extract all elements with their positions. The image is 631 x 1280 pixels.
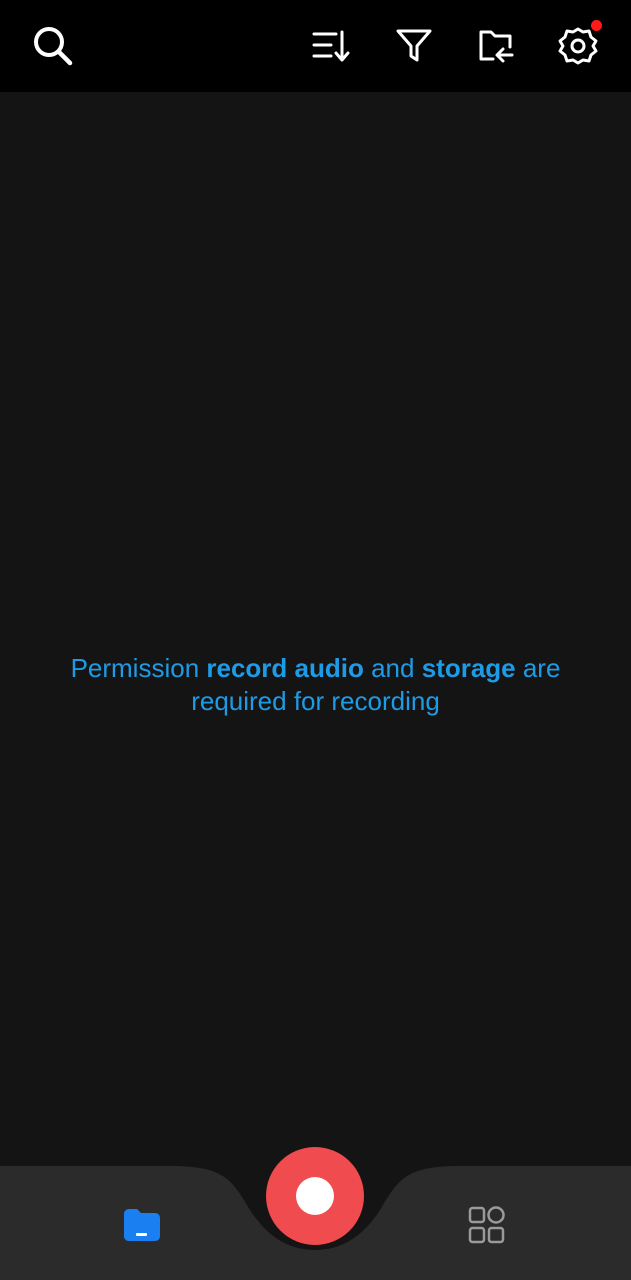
- sort-button[interactable]: [305, 20, 357, 72]
- notification-dot: [591, 20, 602, 31]
- sort-icon: [312, 30, 350, 62]
- message-bold-storage: storage: [421, 653, 516, 683]
- message-bold-record-audio: record audio: [206, 653, 364, 683]
- message-text: Permission: [70, 653, 207, 683]
- search-button[interactable]: [27, 20, 79, 72]
- filter-icon: [396, 29, 432, 62]
- recorder-app: Permission record audio and storage are …: [0, 0, 631, 1280]
- import-folder-icon: [479, 30, 514, 63]
- record-icon: [296, 1177, 334, 1215]
- apps-tab[interactable]: [452, 1190, 522, 1260]
- settings-icon: [558, 27, 598, 65]
- import-folder-button[interactable]: [470, 20, 522, 72]
- top-toolbar: [0, 0, 631, 92]
- record-button[interactable]: [266, 1147, 364, 1245]
- folder-icon: [124, 1209, 160, 1241]
- permission-message: Permission record audio and storage are …: [30, 652, 601, 718]
- search-icon: [34, 27, 73, 66]
- recordings-tab[interactable]: [107, 1190, 177, 1260]
- message-text: and: [363, 653, 422, 683]
- settings-button[interactable]: [552, 20, 604, 72]
- apps-grid-icon: [468, 1206, 505, 1244]
- filter-button[interactable]: [388, 20, 440, 72]
- bottom-navigation: [0, 1147, 631, 1280]
